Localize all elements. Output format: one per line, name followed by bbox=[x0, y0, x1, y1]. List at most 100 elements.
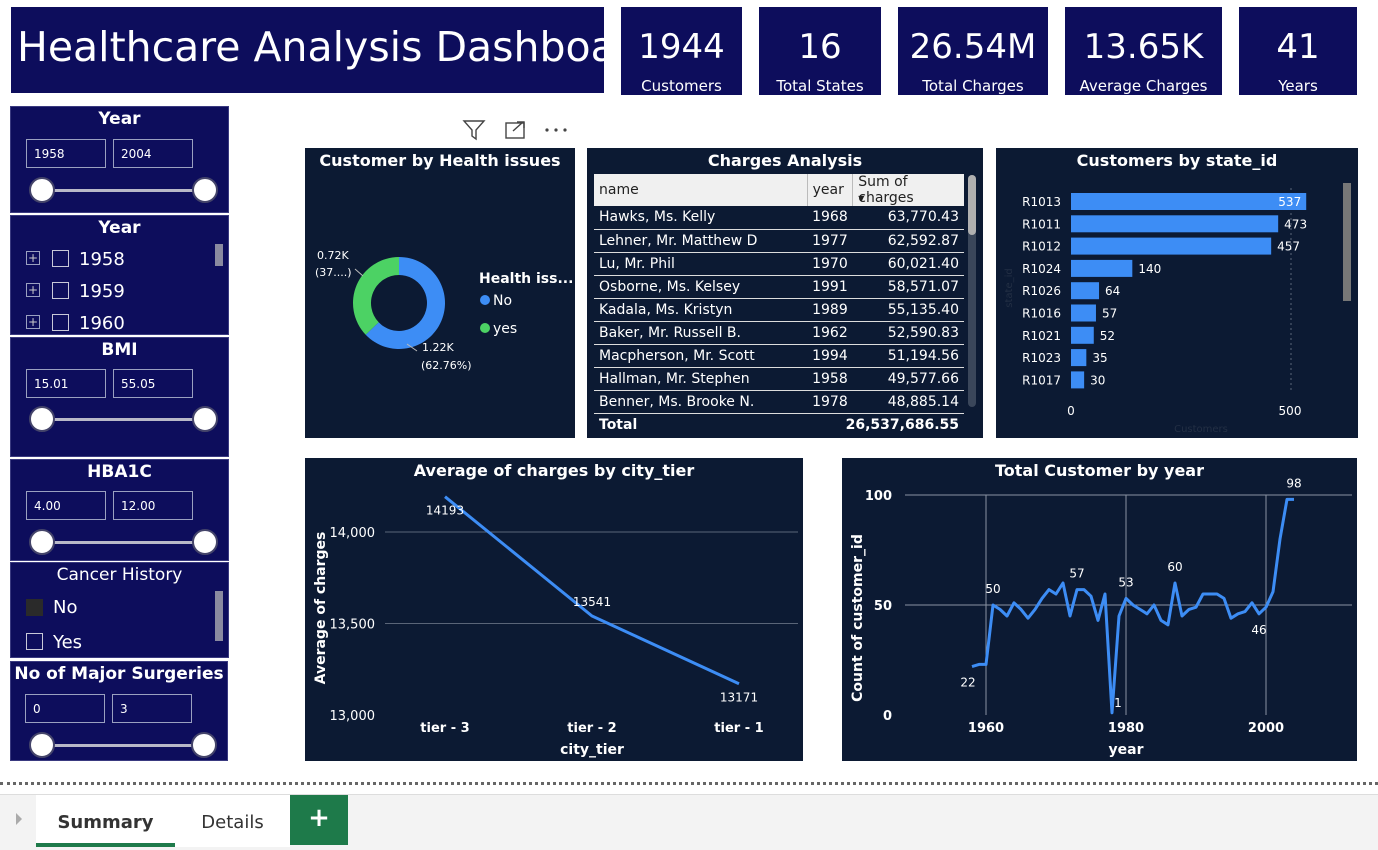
expand-icon[interactable]: + bbox=[26, 283, 40, 297]
column-header-sum-of-charges[interactable]: Sum of charges ▼ bbox=[852, 174, 964, 206]
add-page-button[interactable]: + bbox=[290, 795, 348, 845]
checkbox[interactable] bbox=[26, 633, 43, 650]
checkbox-checked[interactable] bbox=[26, 599, 43, 616]
expand-icon[interactable]: + bbox=[26, 315, 40, 329]
surgeries-slider-max-handle[interactable] bbox=[191, 732, 217, 758]
slicer-title: HBA1C bbox=[87, 462, 152, 482]
hba1c-slider-track[interactable] bbox=[41, 541, 206, 544]
tab-summary[interactable]: Summary bbox=[36, 795, 175, 847]
surgeries-slider-track[interactable] bbox=[41, 744, 206, 747]
year-list-slicer[interactable]: Year + 1958 + 1959 + 1960 bbox=[10, 215, 229, 335]
legend-item-no[interactable]: No bbox=[493, 293, 512, 309]
year-min-input[interactable]: 1958 bbox=[26, 139, 106, 168]
column-header-name[interactable]: name bbox=[594, 174, 808, 206]
year-range-slicer[interactable]: Year 1958 2004 bbox=[10, 106, 229, 213]
year-slider-max-handle[interactable] bbox=[192, 177, 218, 203]
state-bar-chart-card[interactable]: Customers by state_id R1013 537 R1011 473 R1… bbox=[996, 148, 1358, 438]
list-item[interactable]: 1960 bbox=[79, 313, 125, 334]
chart-scrollbar[interactable] bbox=[1343, 183, 1351, 301]
x-tick-label: 1960 bbox=[968, 721, 1004, 736]
donut-slice-yes bbox=[353, 257, 399, 335]
filter-icon[interactable] bbox=[462, 120, 486, 141]
table-row[interactable]: Benner, Ms. Brooke N. 1978 48,885.14 bbox=[594, 390, 964, 414]
kpi-total-states[interactable]: 16 Total States bbox=[759, 7, 881, 95]
page-tabs-bar: Summary Details + bbox=[0, 794, 1378, 850]
scrollbar-thumb[interactable] bbox=[968, 175, 976, 235]
list-item[interactable]: 1959 bbox=[79, 281, 125, 302]
data-label: 1.22K bbox=[422, 341, 454, 354]
data-label: 473 bbox=[1284, 217, 1307, 231]
major-surgeries-slicer[interactable]: No of Major Surgeries 0 3 bbox=[10, 661, 228, 761]
bar-r1016 bbox=[1071, 304, 1096, 322]
list-item[interactable]: Yes bbox=[53, 632, 82, 653]
hba1c-min-input[interactable]: 4.00 bbox=[26, 491, 106, 520]
table-row[interactable]: Baker, Mr. Russell B. 1962 52,590.83 bbox=[594, 321, 964, 345]
table-row[interactable]: Lu, Mr. Phil 1970 60,021.40 bbox=[594, 252, 964, 276]
year-slider-track[interactable] bbox=[41, 189, 206, 192]
y-axis-title: Count of customer_id bbox=[850, 534, 866, 702]
kpi-years[interactable]: 41 Years bbox=[1239, 7, 1357, 95]
cell-year: 1978 bbox=[807, 390, 853, 414]
bmi-slider-track[interactable] bbox=[41, 418, 206, 421]
column-header-year[interactable]: year bbox=[807, 174, 854, 206]
checkbox[interactable] bbox=[52, 282, 69, 299]
charges-analysis-card[interactable]: Charges Analysis name year Sum of charge… bbox=[587, 148, 983, 438]
surgeries-min-input[interactable]: 0 bbox=[25, 694, 105, 723]
expand-icon[interactable]: + bbox=[26, 251, 40, 265]
y-tick-label: 13,500 bbox=[330, 618, 376, 633]
donut-chart-card[interactable]: Customer by Health issues 0.72K (37....)… bbox=[305, 148, 575, 438]
data-label: 13541 bbox=[573, 595, 611, 609]
surgeries-max-input[interactable]: 3 bbox=[112, 694, 192, 723]
legend-item-yes[interactable]: yes bbox=[493, 321, 517, 337]
year-line-chart-card[interactable]: Total Customer by year 0 50 100 1960 1980 200… bbox=[842, 458, 1357, 761]
cell-sum-of-charges: 55,135.40 bbox=[852, 298, 964, 322]
bar-r1011 bbox=[1071, 215, 1279, 233]
chart-title: Charges Analysis bbox=[707, 151, 863, 170]
data-label: 537 bbox=[1278, 195, 1301, 209]
city-tier-line-chart-card[interactable]: Average of charges by city_tier 13,000 13… bbox=[305, 458, 803, 761]
focus-mode-icon[interactable] bbox=[505, 121, 525, 139]
bmi-min-input[interactable]: 15.01 bbox=[26, 369, 106, 398]
list-item[interactable]: No bbox=[53, 597, 77, 618]
checkbox[interactable] bbox=[52, 314, 69, 331]
hba1c-slider-max-handle[interactable] bbox=[192, 529, 218, 555]
bmi-slider-min-handle[interactable] bbox=[29, 406, 55, 432]
table-row[interactable]: Osborne, Ms. Kelsey 1991 58,571.07 bbox=[594, 275, 964, 299]
slicer-title: Cancer History bbox=[56, 565, 183, 585]
cell-sum-of-charges: 60,021.40 bbox=[852, 252, 964, 276]
scroll-left-icon[interactable] bbox=[16, 813, 22, 825]
hba1c-slider-min-handle[interactable] bbox=[29, 529, 55, 555]
data-label: 98 bbox=[1286, 476, 1301, 490]
cancer-history-slicer[interactable]: Cancer History No Yes bbox=[10, 562, 229, 658]
table-row[interactable]: Hawks, Ms. Kelly 1968 63,770.43 bbox=[594, 206, 964, 230]
year-slider-min-handle[interactable] bbox=[29, 177, 55, 203]
year-max-input[interactable]: 2004 bbox=[113, 139, 193, 168]
surgeries-slider-min-handle[interactable] bbox=[29, 732, 55, 758]
x-tick-label: tier - 3 bbox=[420, 721, 469, 736]
scrollbar[interactable] bbox=[215, 244, 223, 266]
checkbox[interactable] bbox=[52, 250, 69, 267]
list-item[interactable]: 1958 bbox=[79, 249, 125, 270]
hba1c-slicer[interactable]: HBA1C 4.00 12.00 bbox=[10, 459, 229, 561]
kpi-average-charges[interactable]: 13.65K Average Charges bbox=[1065, 7, 1222, 95]
kpi-total-charges[interactable]: 26.54M Total Charges bbox=[898, 7, 1048, 95]
y-tick-label: R1013 bbox=[1022, 195, 1061, 209]
table-row[interactable]: Kadala, Ms. Kristyn 1989 55,135.40 bbox=[594, 298, 964, 322]
bmi-slider-max-handle[interactable] bbox=[192, 406, 218, 432]
bmi-max-input[interactable]: 55.05 bbox=[113, 369, 193, 398]
data-label: (62.76%) bbox=[421, 359, 472, 372]
hba1c-max-input[interactable]: 12.00 bbox=[113, 491, 193, 520]
scrollbar[interactable] bbox=[215, 591, 223, 641]
more-options-icon[interactable] bbox=[545, 128, 567, 132]
data-label: 30 bbox=[1090, 373, 1105, 387]
sort-desc-icon: ▼ bbox=[858, 194, 865, 203]
table-row[interactable]: Lehner, Mr. Matthew D 1977 62,592.87 bbox=[594, 229, 964, 253]
table-row[interactable]: Hallman, Mr. Stephen 1958 49,577.66 bbox=[594, 367, 964, 391]
cell-year: 1989 bbox=[807, 298, 853, 322]
bmi-slicer[interactable]: BMI 15.01 55.05 bbox=[10, 337, 229, 457]
charges-table: name year Sum of charges ▼ Hawks, Ms. Kel… bbox=[594, 174, 964, 436]
table-row[interactable]: Macpherson, Mr. Scott 1994 51,194.56 bbox=[594, 344, 964, 368]
kpi-customers[interactable]: 1944 Customers bbox=[621, 7, 742, 95]
tab-details[interactable]: Details bbox=[175, 795, 290, 847]
table-scrollbar[interactable] bbox=[968, 175, 976, 407]
